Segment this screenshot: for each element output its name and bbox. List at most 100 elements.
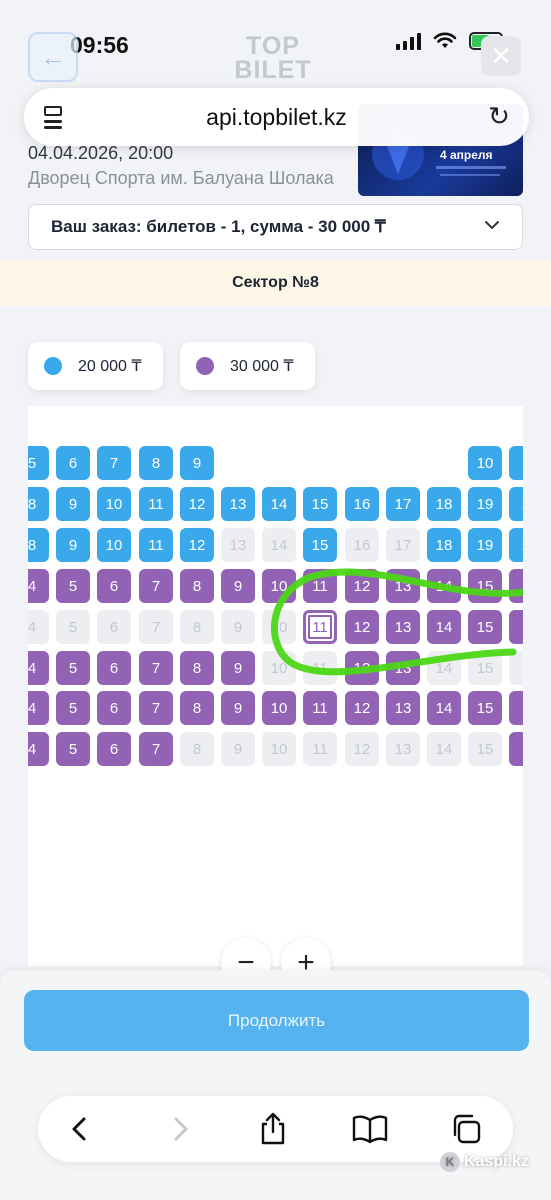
page-back-button[interactable]: ← (28, 32, 78, 82)
seat: 9 (221, 610, 255, 644)
seat[interactable]: 1 (509, 569, 523, 603)
seat[interactable]: 1 (509, 691, 523, 725)
seat[interactable]: 15 (468, 610, 502, 644)
seat[interactable]: 13 (386, 691, 420, 725)
seat[interactable]: 10 (262, 691, 296, 725)
seat[interactable]: 14 (427, 610, 461, 644)
seat-map[interactable]: 5678910189101112131415161718192891011121… (28, 406, 523, 966)
seat[interactable]: 19 (468, 487, 502, 521)
seat: 13 (386, 732, 420, 766)
seat[interactable]: 6 (97, 651, 131, 685)
seat[interactable]: 1 (509, 610, 523, 644)
seat[interactable]: 12 (345, 569, 379, 603)
seat[interactable]: 13 (386, 569, 420, 603)
sector-name: Сектор №8 (232, 274, 319, 291)
close-button[interactable]: ✕ (481, 36, 521, 76)
legend-price-20000: 20 000 ₸ (28, 342, 163, 390)
seat[interactable]: 9 (221, 569, 255, 603)
url-text[interactable]: api.topbilet.kz (24, 104, 529, 131)
seat[interactable]: 12 (345, 691, 379, 725)
seat[interactable]: 11 (303, 569, 337, 603)
seat[interactable]: 15 (468, 691, 502, 725)
seat[interactable]: 15 (303, 487, 337, 521)
seat[interactable]: 12 (180, 528, 214, 562)
seat[interactable]: 11 (139, 487, 173, 521)
seat[interactable]: 15 (303, 528, 337, 562)
seat[interactable]: 4 (28, 569, 49, 603)
seat: 5 (56, 610, 90, 644)
seat[interactable]: 7 (139, 651, 173, 685)
seat-selected[interactable]: 11 (303, 610, 337, 644)
seat: 15 (468, 651, 502, 685)
seat[interactable]: 19 (468, 528, 502, 562)
seat[interactable]: 8 (180, 691, 214, 725)
seat[interactable]: 9 (221, 691, 255, 725)
seat[interactable]: 14 (262, 487, 296, 521)
sector-title: Сектор №8 (0, 260, 551, 306)
seat[interactable]: 8 (139, 446, 173, 480)
seat[interactable]: 10 (97, 487, 131, 521)
seat[interactable]: 9 (56, 528, 90, 562)
bookmarks-icon[interactable] (350, 1109, 390, 1149)
seat[interactable]: 7 (139, 569, 173, 603)
seat[interactable]: 7 (139, 732, 173, 766)
seat[interactable]: 10 (468, 446, 502, 480)
seat[interactable]: 17 (386, 487, 420, 521)
seat[interactable]: 1 (509, 732, 523, 766)
seat: 7 (139, 610, 173, 644)
seat[interactable]: 13 (221, 487, 255, 521)
seat[interactable]: 6 (97, 569, 131, 603)
seat[interactable]: 7 (139, 691, 173, 725)
seat[interactable]: 18 (427, 487, 461, 521)
seat[interactable]: 4 (28, 732, 49, 766)
back-icon[interactable] (60, 1109, 100, 1149)
seat[interactable]: 9 (180, 446, 214, 480)
tabs-icon[interactable] (446, 1109, 486, 1149)
seat[interactable]: 10 (262, 569, 296, 603)
seat[interactable]: 7 (97, 446, 131, 480)
reload-icon[interactable]: ↻ (485, 102, 513, 130)
seat[interactable]: 9 (56, 487, 90, 521)
share-icon[interactable] (253, 1109, 293, 1149)
kaspi-watermark: K Kaspi.kz (440, 1152, 529, 1172)
forward-icon[interactable] (160, 1109, 200, 1149)
seat[interactable]: 14 (427, 569, 461, 603)
seat[interactable]: 6 (56, 446, 90, 480)
seat[interactable]: 4 (28, 691, 49, 725)
seat[interactable]: 2 (509, 528, 523, 562)
browser-url-bar[interactable]: api.topbilet.kz ↻ (24, 88, 529, 146)
seat[interactable]: 8 (28, 487, 49, 521)
continue-button[interactable]: Продолжить (24, 990, 529, 1051)
seat[interactable]: 10 (97, 528, 131, 562)
seat[interactable]: 11 (139, 528, 173, 562)
seat[interactable]: 5 (56, 569, 90, 603)
seat[interactable]: 8 (180, 569, 214, 603)
seat: 1 (509, 651, 523, 685)
seat[interactable]: 1 (509, 446, 523, 480)
seat: 11 (303, 651, 337, 685)
seat[interactable]: 12 (180, 487, 214, 521)
seat[interactable]: 5 (28, 446, 49, 480)
seat[interactable]: 12 (345, 651, 379, 685)
seat[interactable]: 13 (386, 651, 420, 685)
seat[interactable]: 11 (303, 691, 337, 725)
seat[interactable]: 5 (56, 691, 90, 725)
seat: 6 (97, 610, 131, 644)
seat[interactable]: 15 (468, 569, 502, 603)
seat[interactable]: 16 (345, 487, 379, 521)
seat[interactable]: 12 (345, 610, 379, 644)
seat[interactable]: 8 (180, 651, 214, 685)
seat[interactable]: 5 (56, 651, 90, 685)
order-summary-dropdown[interactable]: Ваш заказ: билетов - 1, сумма - 30 000 ₸ (28, 204, 523, 250)
seat[interactable]: 6 (97, 691, 131, 725)
seat[interactable]: 4 (28, 651, 49, 685)
seat[interactable]: 18 (427, 528, 461, 562)
seat[interactable]: 5 (56, 732, 90, 766)
seat[interactable]: 8 (28, 528, 49, 562)
seat[interactable]: 13 (386, 610, 420, 644)
seat[interactable]: 9 (221, 651, 255, 685)
signal-icon (396, 32, 421, 50)
seat[interactable]: 6 (97, 732, 131, 766)
seat[interactable]: 14 (427, 691, 461, 725)
seat[interactable]: 2 (509, 487, 523, 521)
